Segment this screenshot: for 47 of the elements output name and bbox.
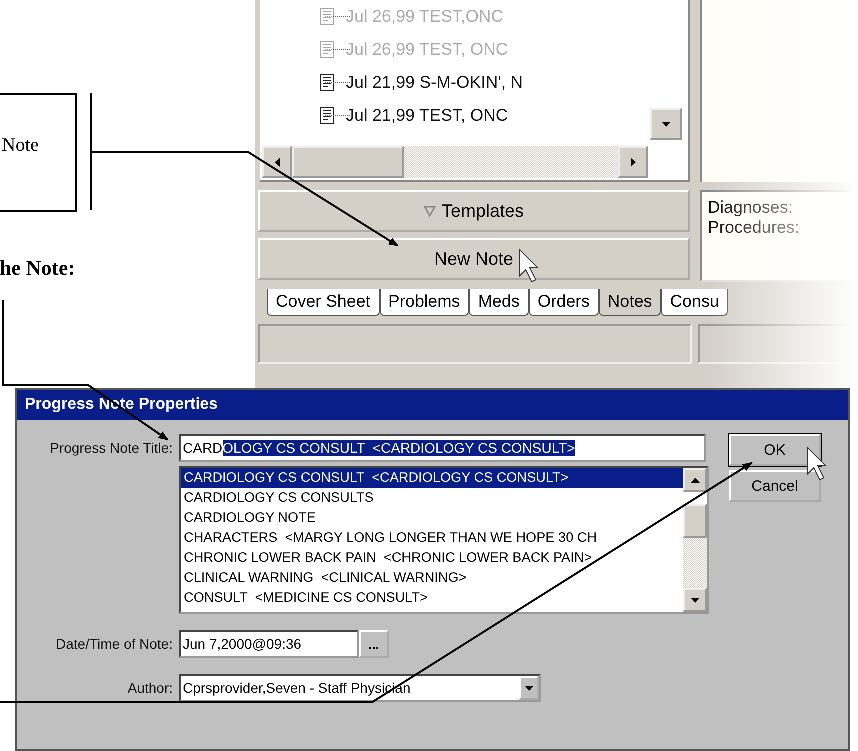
triangle-icon — [424, 206, 436, 216]
down-arrow-icon — [524, 686, 534, 690]
cancel-button[interactable]: Cancel — [729, 470, 821, 502]
down-arrow-icon — [690, 598, 700, 602]
new-note-button[interactable]: New Note — [258, 238, 690, 280]
document-icon — [320, 107, 334, 124]
title-input-field[interactable]: CARDOLOGY CS CONSULT <CARDIOLOGY CS CONSULT> — [179, 434, 706, 462]
document-icon — [320, 74, 334, 91]
up-arrow-icon — [690, 478, 700, 482]
right-arrow-icon — [630, 158, 636, 166]
callout-text: Note — [2, 134, 39, 156]
note-entry[interactable]: Jul 21,99 TEST, ONC — [346, 106, 508, 126]
horizontal-scrollbar[interactable] — [262, 146, 648, 178]
document-icon — [320, 8, 334, 25]
tab[interactable]: Consu — [661, 289, 728, 316]
list-item[interactable]: CARDIOLOGY CS CONSULT <CARDIOLOGY CS CONSULT> — [181, 468, 683, 488]
ok-button[interactable]: OK — [729, 434, 821, 466]
tab[interactable]: Notes — [598, 289, 662, 316]
list-item[interactable]: CLINICAL WARNING <CLINICAL WARNING> — [181, 568, 683, 588]
document-icon — [320, 41, 334, 58]
field-label: Author: — [126, 680, 174, 696]
list-item[interactable]: CHRONIC LOWER BACK PAIN <CHRONIC LOWER BACK PAIN> — [181, 548, 683, 568]
scroll-thumb[interactable] — [292, 146, 404, 178]
info-label: Diagnoses: — [708, 198, 794, 218]
date-picker-button[interactable]: ... — [359, 630, 389, 658]
down-arrow-icon — [662, 122, 670, 126]
tab[interactable]: Problems — [380, 289, 470, 316]
scroll-down-button[interactable] — [650, 108, 682, 140]
scroll-thumb[interactable] — [683, 504, 707, 538]
list-item[interactable]: CONSULT <MEDICINE CS CONSULT> — [181, 588, 683, 608]
list-item[interactable]: CHARACTERS <MARGY LONG LONGER THAN WE HOPE 30 CH — [181, 528, 683, 548]
vertical-scrollbar[interactable] — [683, 468, 707, 612]
section-heading: he Note: — [0, 256, 76, 281]
info-label: Procedures: — [708, 218, 801, 238]
tab[interactable]: Orders — [528, 289, 599, 316]
cursor-icon — [520, 248, 540, 283]
field-label: Progress Note Title: — [49, 440, 174, 456]
date-input-field[interactable]: Jun 7,2000@09:36 — [179, 630, 359, 658]
field-label: Date/Time of Note: — [55, 636, 174, 652]
templates-button[interactable]: Templates — [258, 190, 690, 232]
tab[interactable]: Cover Sheet — [267, 289, 380, 316]
cursor-icon — [808, 446, 828, 481]
note-entry[interactable]: Jul 21,99 S-M-OKIN', N — [346, 72, 524, 92]
left-arrow-icon — [274, 158, 280, 166]
tab[interactable]: Meds — [469, 289, 529, 316]
list-item[interactable]: CARDIOLOGY NOTE — [181, 508, 683, 528]
list-item[interactable]: CARDIOLOGY CS CONSULTS — [181, 488, 683, 508]
